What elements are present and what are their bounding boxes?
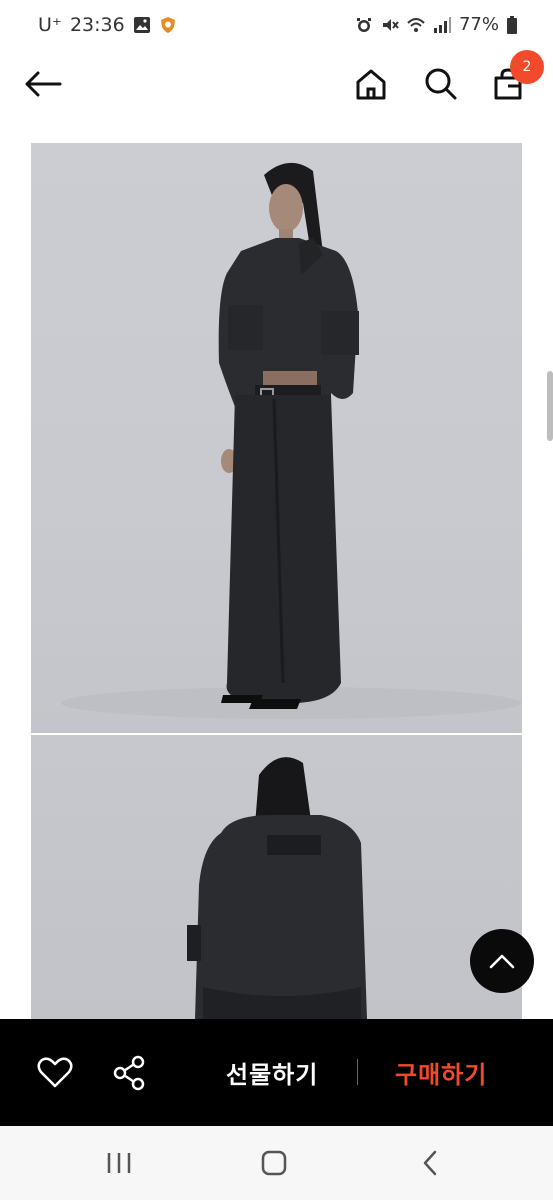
heart-icon bbox=[37, 1057, 73, 1088]
model-back-figure bbox=[187, 757, 367, 1019]
shield-app-icon bbox=[160, 17, 175, 33]
recent-apps-button[interactable] bbox=[99, 1146, 139, 1180]
search-icon bbox=[425, 68, 457, 100]
gallery-icon bbox=[133, 17, 150, 33]
home-square-icon bbox=[261, 1150, 287, 1176]
alarm-icon bbox=[356, 17, 371, 32]
product-image-back[interactable] bbox=[31, 735, 522, 1019]
model-front-figure bbox=[61, 162, 521, 719]
battery-percent: 77% bbox=[458, 14, 499, 35]
cart-count-badge: 2 bbox=[510, 50, 544, 84]
home-system-button[interactable] bbox=[254, 1146, 294, 1180]
gift-button[interactable]: 선물하기 bbox=[226, 1055, 318, 1090]
divider bbox=[357, 1059, 358, 1085]
home-icon bbox=[356, 69, 386, 100]
purchase-bar: 선물하기 구매하기 bbox=[0, 1019, 553, 1126]
buy-button[interactable]: 구매하기 bbox=[395, 1055, 487, 1090]
recent-apps-icon bbox=[107, 1153, 131, 1173]
back-arrow-icon bbox=[25, 71, 62, 97]
status-bar: U⁺ 23:36 77% bbox=[0, 0, 553, 52]
back-system-button[interactable] bbox=[410, 1146, 450, 1180]
mute-icon bbox=[382, 18, 399, 31]
share-icon bbox=[113, 1055, 145, 1091]
back-button[interactable] bbox=[20, 62, 64, 106]
clock: 23:36 bbox=[69, 14, 125, 36]
carrier-label: U⁺ bbox=[38, 14, 62, 36]
system-navigation-bar bbox=[0, 1126, 553, 1200]
wifi-icon bbox=[407, 17, 425, 32]
chevron-left-icon bbox=[423, 1150, 437, 1176]
top-navigation bbox=[0, 52, 553, 118]
search-button[interactable] bbox=[419, 62, 463, 106]
scroll-to-top-button[interactable] bbox=[470, 929, 534, 993]
wishlist-button[interactable] bbox=[35, 1053, 75, 1093]
battery-icon bbox=[507, 15, 517, 34]
scroll-indicator[interactable] bbox=[547, 371, 553, 441]
home-button[interactable] bbox=[349, 62, 393, 106]
product-image-front[interactable] bbox=[31, 143, 522, 733]
signal-icon bbox=[433, 16, 451, 33]
chevron-up-icon bbox=[489, 954, 515, 969]
share-button[interactable] bbox=[109, 1053, 149, 1093]
